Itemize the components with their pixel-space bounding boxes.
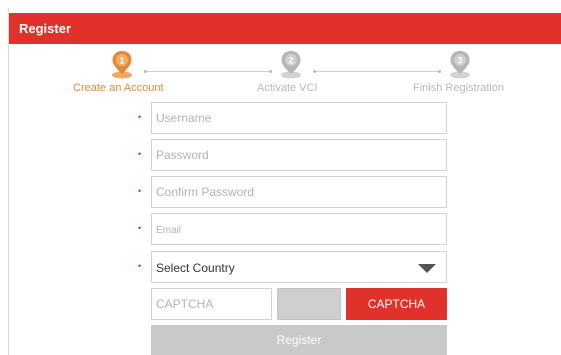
email-required-marker: •	[138, 223, 142, 233]
register-button[interactable]: Register	[151, 325, 447, 355]
confirm-password-required-marker: •	[138, 186, 142, 196]
country-required-marker: •	[138, 261, 142, 271]
step-connector-1	[144, 70, 272, 73]
captcha-button[interactable]: CAPTCHA	[346, 288, 447, 320]
username-required-marker: •	[138, 112, 142, 122]
username-input[interactable]	[151, 102, 447, 134]
password-required-marker: •	[138, 149, 142, 159]
chevron-down-icon	[418, 264, 436, 273]
country-select[interactable]: Select Country	[151, 251, 447, 283]
step-1-label: Create an Account	[73, 82, 164, 94]
step-2-number: 2	[288, 56, 293, 66]
captcha-input[interactable]	[151, 288, 272, 320]
step-2-label: Activate VCI	[257, 82, 318, 94]
step-3-pin-icon: 3	[450, 51, 470, 79]
password-input[interactable]	[151, 139, 447, 171]
step-2-pin-icon: 2	[281, 51, 301, 79]
step-1-number: 1	[119, 56, 124, 66]
step-1-pin-icon: 1	[112, 51, 132, 79]
step-connector-2	[313, 70, 441, 73]
confirm-password-input[interactable]	[151, 176, 447, 208]
country-select-value: Select Country	[156, 261, 235, 275]
email-input[interactable]	[151, 213, 447, 245]
step-3-number: 3	[457, 56, 462, 66]
captcha-image[interactable]	[277, 288, 341, 320]
window-title: Register	[9, 13, 561, 44]
step-3-label: Finish Registration	[413, 82, 505, 94]
